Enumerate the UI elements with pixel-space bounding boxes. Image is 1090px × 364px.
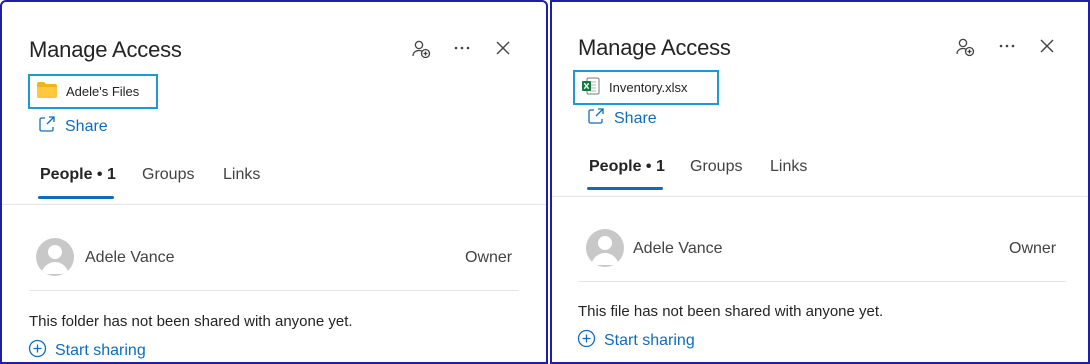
tab-groups[interactable]: Groups	[142, 166, 194, 184]
sharing-info-text: This folder has not been shared with any…	[29, 313, 353, 330]
item-name: Adele's Files	[66, 84, 140, 99]
share-button[interactable]: Share	[587, 107, 657, 130]
share-button[interactable]: Share	[38, 115, 108, 138]
person-role: Owner	[1009, 240, 1057, 257]
person-name: Adele Vance	[633, 240, 723, 257]
avatar	[586, 229, 624, 267]
share-label: Share	[614, 109, 657, 127]
item-name-box: Inventory.xlsx	[573, 70, 719, 105]
folder-icon	[36, 81, 58, 102]
add-person-icon[interactable]	[954, 36, 976, 58]
start-sharing-label: Start sharing	[55, 342, 146, 359]
item-name-box: Adele's Files	[28, 74, 158, 109]
divider	[578, 281, 1066, 282]
start-sharing-button[interactable]: Start sharing	[28, 339, 146, 362]
person-avatar-icon	[591, 236, 619, 265]
manage-access-panel-file: Manage Access Inventory.xlsx Share Peopl…	[550, 0, 1090, 364]
start-sharing-label: Start sharing	[604, 332, 695, 349]
tab-links[interactable]: Links	[223, 166, 260, 184]
add-circle-icon	[577, 329, 596, 353]
add-circle-icon	[28, 339, 47, 362]
tab-people[interactable]: People • 1	[589, 158, 665, 176]
avatar	[36, 238, 74, 276]
share-label: Share	[65, 117, 108, 135]
panel-title: Manage Access	[578, 35, 731, 60]
more-icon[interactable]	[451, 37, 473, 59]
excel-file-icon	[581, 77, 601, 98]
person-avatar-icon	[41, 245, 69, 274]
person-name: Adele Vance	[85, 249, 175, 266]
close-icon[interactable]	[1036, 35, 1058, 57]
tab-groups[interactable]: Groups	[690, 158, 742, 176]
share-icon	[38, 115, 56, 138]
close-icon[interactable]	[492, 37, 514, 59]
tab-active-indicator	[38, 196, 114, 199]
item-name: Inventory.xlsx	[609, 80, 688, 95]
tab-people[interactable]: People • 1	[40, 166, 116, 184]
tab-active-indicator	[587, 187, 663, 190]
person-role: Owner	[465, 249, 513, 266]
more-icon[interactable]	[996, 35, 1018, 57]
sharing-info-text: This file has not been shared with anyon…	[578, 303, 884, 320]
add-person-icon[interactable]	[410, 38, 432, 60]
divider	[29, 290, 519, 291]
divider	[2, 204, 546, 205]
manage-access-panel-folder: Manage Access Adele's Files Share People…	[0, 0, 548, 364]
start-sharing-button[interactable]: Start sharing	[577, 329, 695, 353]
share-icon	[587, 107, 605, 130]
divider	[552, 196, 1088, 197]
tab-links[interactable]: Links	[770, 158, 807, 176]
panel-title: Manage Access	[29, 37, 182, 62]
